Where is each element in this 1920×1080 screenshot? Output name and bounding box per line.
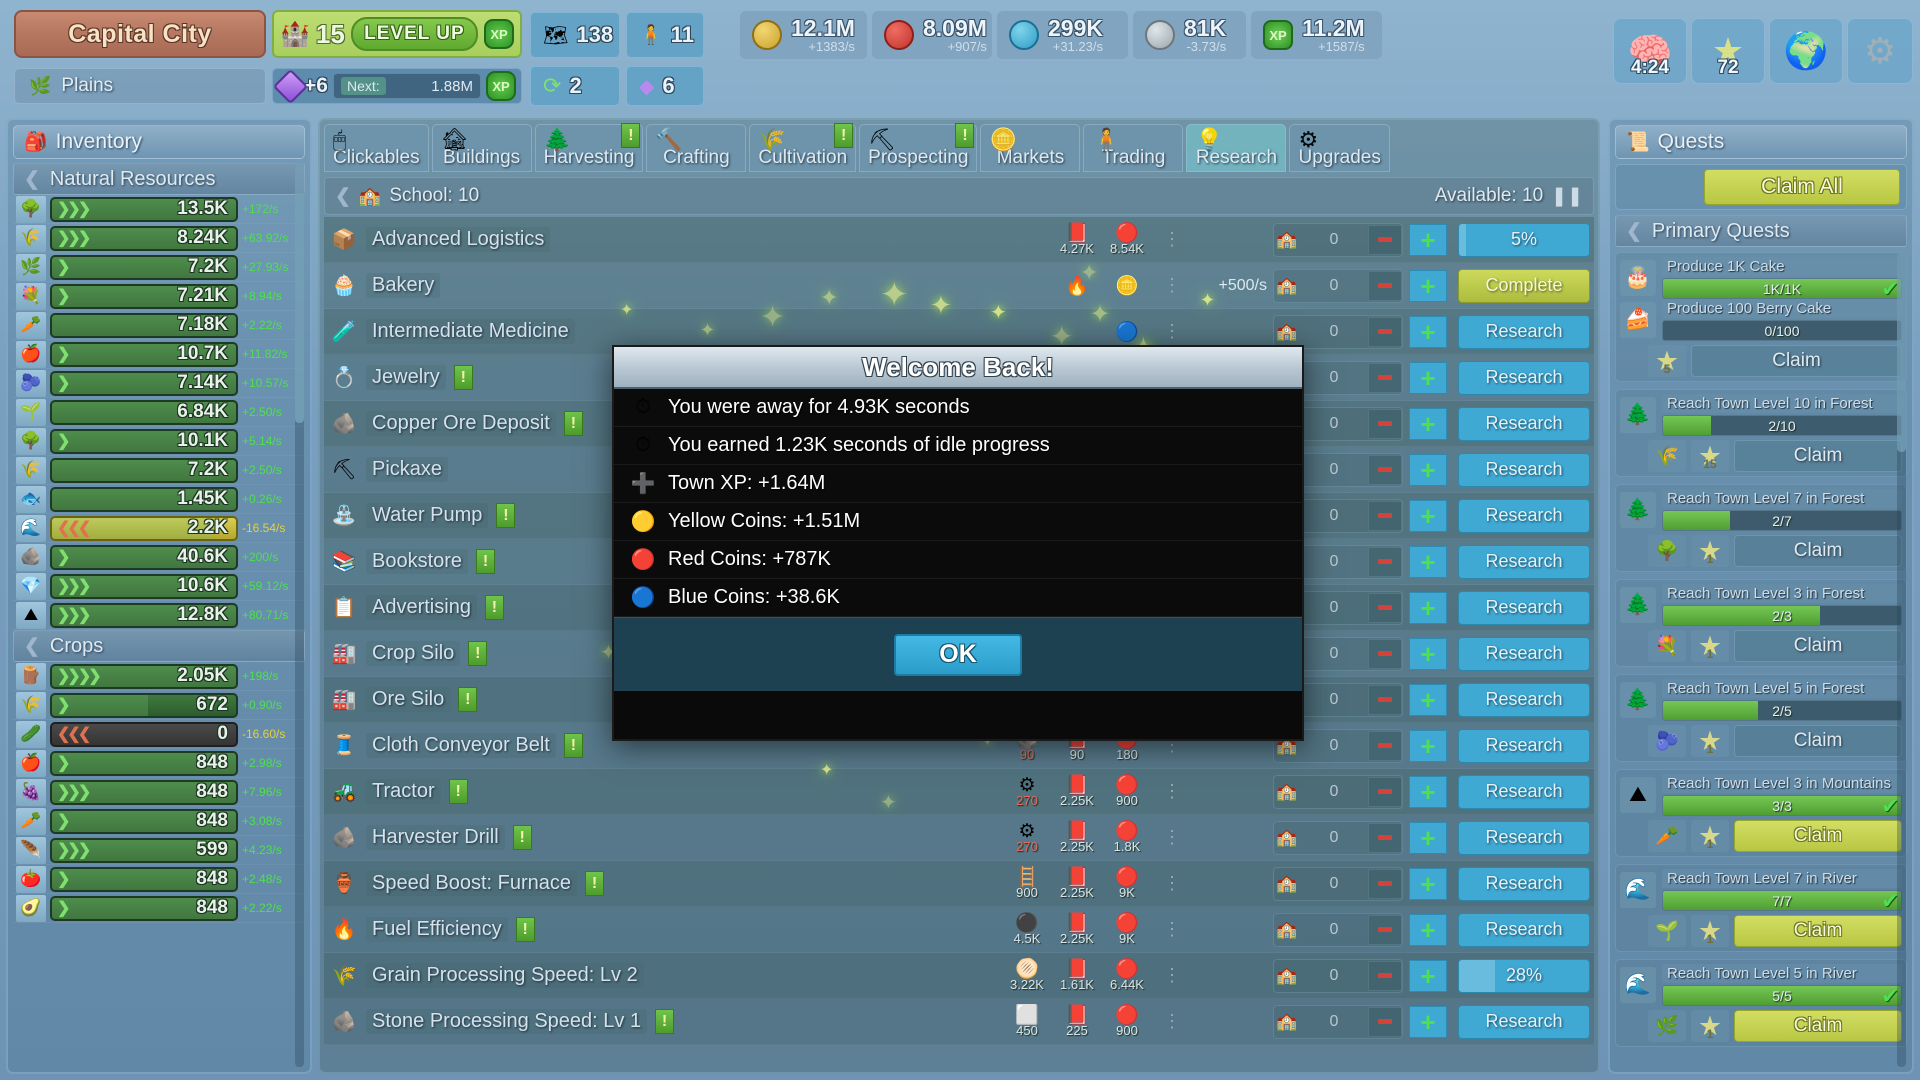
welcome-back-dialog: Welcome Back! ⏱ You were away for 4.93K s…: [612, 345, 1304, 741]
dialog-row-text: Yellow Coins: +1.51M: [668, 510, 861, 532]
dialog-row-text: You were away for 4.93K seconds: [668, 396, 970, 418]
dialog-row: 🔵 Blue Coins: +38.6K: [614, 579, 1302, 617]
stopwatch-icon: ⏱: [635, 434, 651, 456]
dialog-row-text: You earned 1.23K seconds of idle progres…: [668, 434, 1050, 456]
dialog-row: 🔴 Red Coins: +787K: [614, 541, 1302, 579]
blue-coin-icon: 🔵: [630, 587, 656, 609]
dialog-row-text: Blue Coins: +38.6K: [668, 586, 840, 608]
dialog-row-text: Town XP: +1.64M: [668, 472, 826, 494]
dialog-row: ➕ Town XP: +1.64M: [614, 465, 1302, 503]
xp-icon: ➕: [630, 473, 656, 495]
stopwatch-icon: ⏱: [635, 396, 651, 418]
ok-button[interactable]: OK: [894, 633, 1022, 676]
dialog-row-text: Red Coins: +787K: [668, 548, 831, 570]
dialog-footer: OK: [614, 617, 1302, 691]
yellow-coin-icon: 🟡: [630, 511, 656, 533]
dialog-row: ⏱ You earned 1.23K seconds of idle progre…: [614, 427, 1302, 465]
dialog-body: ⏱ You were away for 4.93K seconds ⏱ You ear…: [614, 389, 1302, 617]
red-coin-icon: 🔴: [630, 549, 656, 571]
dialog-title: Welcome Back!: [862, 351, 1054, 382]
dialog-title-bar: Welcome Back!: [614, 347, 1302, 389]
ok-label: OK: [939, 640, 977, 668]
modal-backdrop: Welcome Back! ⏱ You were away for 4.93K s…: [0, 0, 1920, 1080]
dialog-row: ⏱ You were away for 4.93K seconds: [614, 389, 1302, 427]
dialog-row: 🟡 Yellow Coins: +1.51M: [614, 503, 1302, 541]
